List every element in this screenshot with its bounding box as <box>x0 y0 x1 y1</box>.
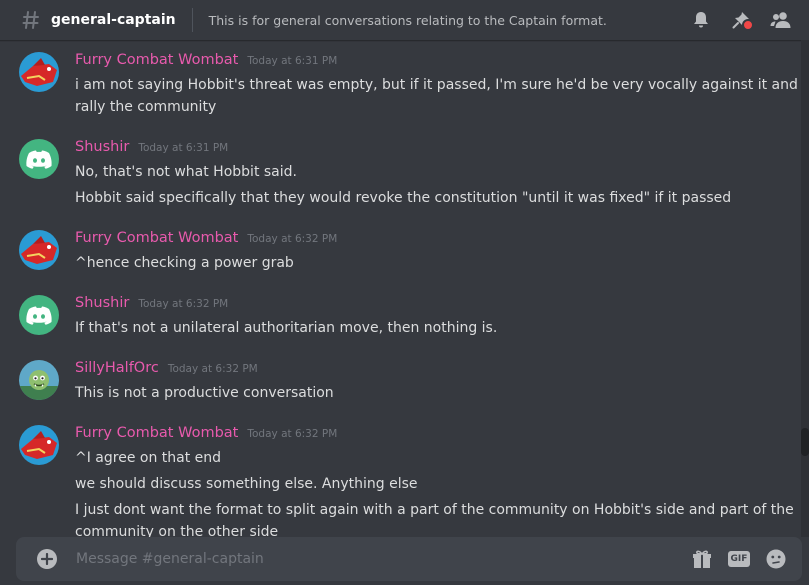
timestamp: Today at 6:31 PM <box>138 142 229 154</box>
channel-topic[interactable]: This is for general conversations relati… <box>209 13 607 28</box>
author-name[interactable]: Shushir <box>75 139 129 155</box>
author-name[interactable]: Shushir <box>75 295 129 311</box>
gif-label: GIF <box>727 551 751 567</box>
emoji-icon[interactable] <box>764 547 788 571</box>
unread-pin-dot <box>742 19 754 31</box>
scrollbar-track[interactable] <box>801 40 809 537</box>
timestamp: Today at 6:32 PM <box>138 298 229 310</box>
message-text: No, that's not what Hobbit said. <box>75 164 297 180</box>
message-text: we should discuss something else. Anythi… <box>75 476 418 492</box>
message-header: SillyHalfOrc Today at 6:32 PM <box>75 360 258 382</box>
author-name[interactable]: SillyHalfOrc <box>75 360 159 376</box>
timestamp: Today at 6:31 PM <box>247 55 338 67</box>
header-toolbar <box>689 0 809 40</box>
scrollbar-thumb[interactable] <box>801 428 809 456</box>
message-list[interactable]: Furry Combat Wombat Today at 6:31 PM i a… <box>0 40 801 537</box>
message-header: Furry Combat Wombat Today at 6:32 PM <box>75 425 337 447</box>
message-text: ^I agree on that end <box>75 450 222 466</box>
avatar[interactable] <box>19 230 59 270</box>
author-name[interactable]: Furry Combat Wombat <box>75 52 238 68</box>
timestamp: Today at 6:32 PM <box>167 363 258 375</box>
timestamp: Today at 6:32 PM <box>247 233 338 245</box>
plus-icon[interactable] <box>37 549 57 569</box>
message-text: rally the community <box>75 99 217 115</box>
message-header: Shushir Today at 6:31 PM <box>75 139 228 161</box>
author-name[interactable]: Furry Combat Wombat <box>75 230 238 246</box>
message-text: community on the other side <box>75 524 279 537</box>
channel-header: general-captain This is for general conv… <box>0 0 809 40</box>
message-header: Furry Combat Wombat Today at 6:31 PM <box>75 52 337 74</box>
message-composer: GIF <box>16 537 802 581</box>
message-text: Hobbit said specifically that they would… <box>75 190 732 206</box>
avatar[interactable] <box>19 52 59 92</box>
channel-name: general-captain <box>51 12 176 28</box>
avatar[interactable] <box>19 295 59 335</box>
message-text: If that's not a unilateral authoritarian… <box>75 320 498 336</box>
message-header: Furry Combat Wombat Today at 6:32 PM <box>75 230 337 252</box>
members-icon[interactable] <box>769 8 793 32</box>
hash-icon <box>20 8 42 32</box>
message-text: ^hence checking a power grab <box>75 255 294 271</box>
message-text: I just dont want the format to split aga… <box>75 502 794 518</box>
message-text: i am not saying Hobbit's threat was empt… <box>75 77 798 93</box>
gif-icon[interactable]: GIF <box>727 547 751 571</box>
timestamp: Today at 6:32 PM <box>247 428 338 440</box>
gift-icon[interactable] <box>690 547 714 571</box>
header-divider <box>191 8 193 32</box>
message-input[interactable] <box>74 550 677 568</box>
pin-icon[interactable] <box>729 8 754 32</box>
message-header: Shushir Today at 6:32 PM <box>75 295 228 317</box>
author-name[interactable]: Furry Combat Wombat <box>75 425 238 441</box>
composer-toolbar: GIF <box>677 547 788 571</box>
avatar[interactable] <box>19 139 59 179</box>
message-text: This is not a productive conversation <box>75 385 334 401</box>
avatar[interactable] <box>19 425 59 465</box>
avatar[interactable] <box>19 360 59 400</box>
bell-icon[interactable] <box>689 8 713 32</box>
